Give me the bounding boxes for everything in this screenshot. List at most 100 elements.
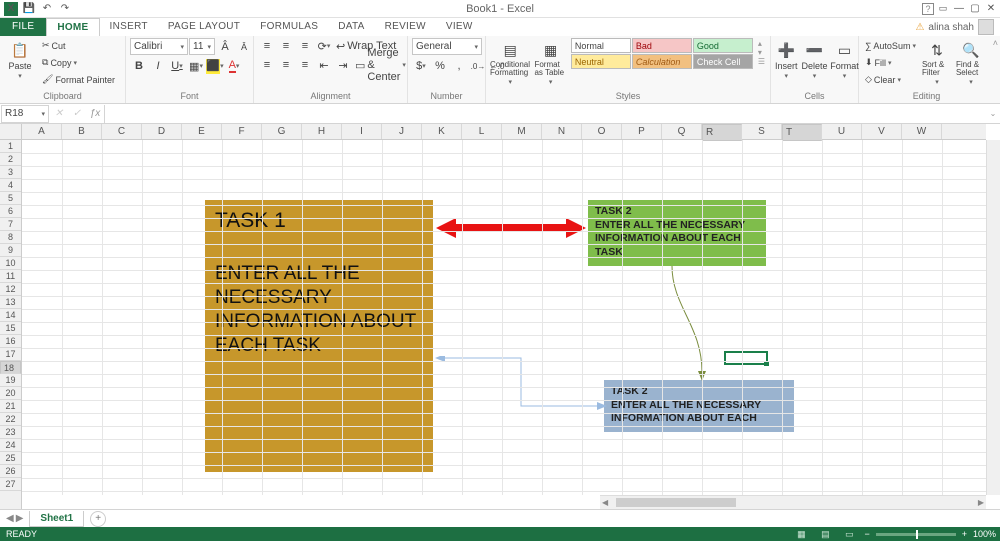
row-header[interactable]: 21: [0, 400, 21, 413]
scroll-thumb[interactable]: [616, 498, 736, 507]
close-icon[interactable]: ✕: [984, 2, 998, 16]
tab-formulas[interactable]: FORMULAS: [250, 18, 328, 36]
column-header[interactable]: R: [702, 124, 742, 141]
column-header[interactable]: I: [342, 124, 382, 139]
row-header[interactable]: 15: [0, 322, 21, 335]
new-sheet-button[interactable]: +: [90, 511, 106, 527]
style-calculation[interactable]: Calculation: [632, 54, 692, 69]
tab-review[interactable]: REVIEW: [375, 18, 436, 36]
row-header[interactable]: 3: [0, 166, 21, 179]
align-right-icon[interactable]: ≡: [296, 57, 314, 73]
row-header[interactable]: 12: [0, 283, 21, 296]
tab-insert[interactable]: INSERT: [100, 18, 158, 36]
format-painter-button[interactable]: 🖌Format Painter: [40, 72, 117, 87]
cut-button[interactable]: ✂Cut: [40, 38, 117, 53]
row-header[interactable]: 18: [0, 361, 21, 374]
tab-view[interactable]: VIEW: [436, 18, 483, 36]
column-header[interactable]: D: [142, 124, 182, 139]
row-header[interactable]: 9: [0, 244, 21, 257]
gallery-up-icon[interactable]: ▴: [758, 39, 765, 48]
column-header[interactable]: K: [422, 124, 462, 139]
font-name-select[interactable]: Calibri▾: [130, 38, 188, 55]
red-double-arrow[interactable]: [436, 218, 586, 238]
shape-task1[interactable]: TASK 1 ENTER ALL THE NECESSARY INFORMATI…: [205, 200, 433, 472]
enter-formula-icon[interactable]: ✓: [68, 105, 86, 123]
column-headers[interactable]: ABCDEFGHIJKLMNOPQRSTUVW: [22, 124, 986, 140]
horizontal-scrollbar[interactable]: ◀ ▶: [600, 495, 986, 509]
cells-area[interactable]: TASK 1 ENTER ALL THE NECESSARY INFORMATI…: [22, 140, 986, 495]
accounting-format-icon[interactable]: $▾: [412, 58, 430, 74]
align-left-icon[interactable]: ≡: [258, 57, 276, 73]
percent-format-icon[interactable]: %: [431, 58, 449, 74]
comma-format-icon[interactable]: ,: [450, 58, 468, 74]
tab-file[interactable]: FILE: [0, 18, 46, 36]
style-check-cell[interactable]: Check Cell: [693, 54, 753, 69]
row-header[interactable]: 6: [0, 205, 21, 218]
orientation-icon[interactable]: ⟳▾: [315, 38, 333, 54]
excel-icon[interactable]: X: [4, 2, 18, 16]
restore-icon[interactable]: ▢: [968, 2, 982, 16]
column-header[interactable]: L: [462, 124, 502, 139]
worksheet-grid[interactable]: ABCDEFGHIJKLMNOPQRSTUVW 1234567891011121…: [0, 124, 1000, 509]
insert-cells-button[interactable]: ➕Insert▾: [775, 38, 798, 80]
border-button[interactable]: ▦▾: [187, 58, 205, 74]
column-header[interactable]: H: [302, 124, 342, 139]
find-select-button[interactable]: 🔍Find & Select▾: [956, 38, 986, 86]
row-header[interactable]: 2: [0, 153, 21, 166]
cancel-formula-icon[interactable]: ✕: [50, 105, 68, 123]
normal-view-icon[interactable]: ▦: [792, 528, 810, 540]
clear-button[interactable]: ◇Clear▾: [863, 72, 918, 87]
page-break-view-icon[interactable]: ▭: [840, 528, 858, 540]
style-normal[interactable]: Normal: [571, 38, 631, 53]
undo-icon[interactable]: ↶: [40, 2, 54, 16]
fill-color-button[interactable]: ⬛▾: [206, 58, 224, 74]
merge-center-button[interactable]: ▭Merge & Center▾: [353, 58, 408, 73]
decrease-indent-icon[interactable]: ⇤: [315, 57, 333, 73]
help-icon[interactable]: ?: [922, 3, 934, 15]
column-header[interactable]: S: [742, 124, 782, 139]
sheet-tab-sheet1[interactable]: Sheet1: [29, 511, 84, 527]
tab-page-layout[interactable]: PAGE LAYOUT: [158, 18, 250, 36]
formula-input[interactable]: [104, 105, 986, 123]
row-header[interactable]: 8: [0, 231, 21, 244]
column-header[interactable]: P: [622, 124, 662, 139]
scroll-left-icon[interactable]: ◀: [602, 498, 608, 507]
zoom-out-icon[interactable]: −: [864, 529, 869, 539]
font-color-button[interactable]: A▾: [225, 58, 243, 74]
fill-button[interactable]: ⬇Fill▾: [863, 55, 918, 70]
style-bad[interactable]: Bad: [632, 38, 692, 53]
page-layout-view-icon[interactable]: ▤: [816, 528, 834, 540]
account-user[interactable]: ⚠ alina shah: [915, 18, 1000, 36]
align-top-icon[interactable]: ≡: [258, 38, 276, 54]
style-good[interactable]: Good: [693, 38, 753, 53]
paste-button[interactable]: 📋 Paste ▾: [4, 38, 36, 80]
column-header[interactable]: B: [62, 124, 102, 139]
sort-filter-button[interactable]: ⇅Sort & Filter▾: [922, 38, 952, 86]
gallery-down-icon[interactable]: ▾: [758, 48, 765, 57]
row-header[interactable]: 14: [0, 309, 21, 322]
row-header[interactable]: 10: [0, 257, 21, 270]
increase-decimal-icon[interactable]: .0→: [469, 58, 487, 74]
row-header[interactable]: 25: [0, 452, 21, 465]
row-header[interactable]: 5: [0, 192, 21, 205]
save-icon[interactable]: 💾: [22, 2, 36, 16]
row-header[interactable]: 7: [0, 218, 21, 231]
column-header[interactable]: J: [382, 124, 422, 139]
align-middle-icon[interactable]: ≡: [277, 38, 295, 54]
copy-button[interactable]: ⧉Copy▾: [40, 55, 117, 70]
row-header[interactable]: 1: [0, 140, 21, 153]
minimize-icon[interactable]: —: [952, 2, 966, 16]
row-header[interactable]: 23: [0, 426, 21, 439]
shrink-font-icon[interactable]: Ǎ: [235, 39, 253, 55]
row-header[interactable]: 17: [0, 348, 21, 361]
underline-button[interactable]: U▾: [168, 58, 186, 74]
scroll-right-icon[interactable]: ▶: [978, 498, 984, 507]
bold-button[interactable]: B: [130, 58, 148, 74]
italic-button[interactable]: I: [149, 58, 167, 74]
align-bottom-icon[interactable]: ≡: [296, 38, 314, 54]
select-all-button[interactable]: [0, 124, 22, 140]
column-header[interactable]: G: [262, 124, 302, 139]
number-format-select[interactable]: General▾: [412, 38, 482, 55]
align-center-icon[interactable]: ≡: [277, 57, 295, 73]
column-header[interactable]: T: [782, 124, 822, 141]
